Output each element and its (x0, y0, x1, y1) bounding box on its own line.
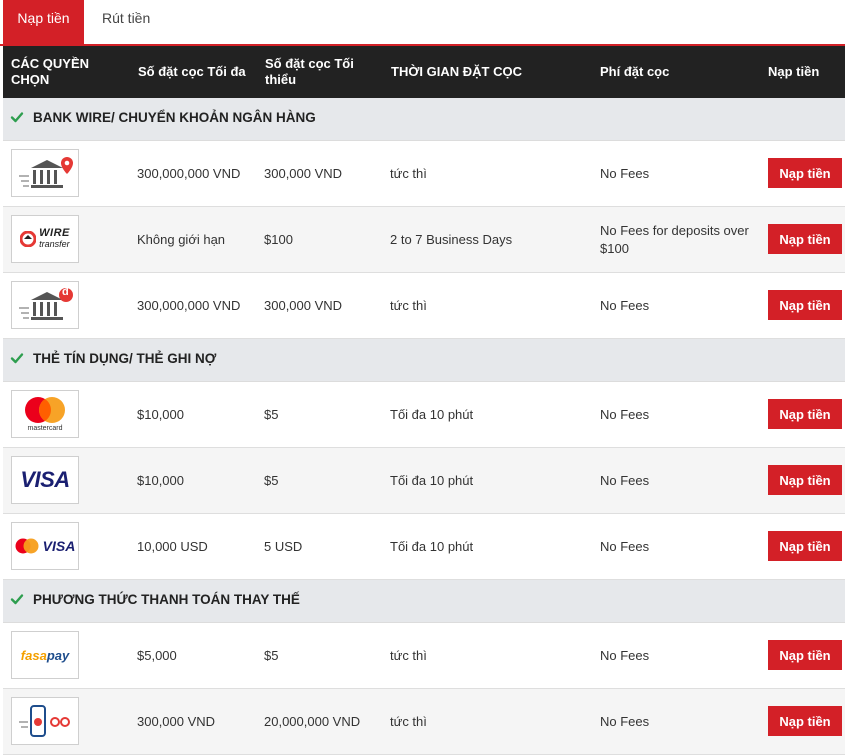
deposit-time: tức thì (390, 647, 427, 663)
mastercard-logo: mastercard (11, 390, 79, 438)
section-title: PHƯƠNG THỨC THANH TOÁN THAY THẾ (33, 592, 300, 607)
wire-text: WIRE (39, 227, 70, 239)
min-deposit: 300,000 VND (264, 165, 343, 181)
max-deposit: $10,000 (137, 472, 184, 488)
deposit-button[interactable]: Nạp tiền (768, 158, 842, 188)
visa-logo: VISA (11, 456, 79, 504)
header-action: Nạp tiền (768, 64, 820, 79)
table-row: fasapay $5,000 $5 tức thì No Fees Nạp tiền (3, 623, 845, 689)
max-deposit: 300,000,000 VND (137, 165, 241, 181)
deposit-time: tức thì (390, 297, 427, 313)
deposit-fee: No Fees (600, 406, 650, 422)
min-deposit: 20,000,000 VND (264, 713, 361, 729)
table-row: VISA 10,000 USD 5 USD Tối đa 10 phút No Fees… (3, 514, 845, 580)
deposit-button[interactable]: Nạp tiền (768, 465, 842, 495)
section-header: THẺ TÍN DỤNG/ THẺ GHI NỢ (3, 339, 845, 382)
deposit-time: 2 to 7 Business Days (390, 231, 513, 247)
fasapay-logo: fasapay (11, 631, 79, 679)
section-header: BANK WIRE/ CHUYỂN KHOẢN NGÂN HÀNG (3, 98, 845, 141)
deposit-fee: No Fees (600, 297, 650, 313)
bank-pin-icon (11, 149, 79, 197)
section-header: PHƯƠNG THỨC THANH TOÁN THAY THẾ (3, 580, 845, 623)
pay-text: pay (46, 647, 70, 663)
fasa-text: fasa (20, 647, 47, 663)
deposit-button[interactable]: Nạp tiền (768, 399, 842, 429)
mobile-payment-icon (11, 697, 79, 745)
deposit-fee: No Fees (600, 538, 650, 554)
table-row: 300,000 VND 20,000,000 VND tức thì No Fees N… (3, 689, 845, 755)
visa-text: VISA (20, 467, 70, 492)
min-deposit: $5 (264, 406, 279, 422)
min-deposit: 5 USD (264, 538, 303, 554)
header-min: Số đặt cọc Tối thiểu (265, 56, 354, 87)
mastercard-visa-logo: VISA (11, 522, 79, 570)
deposit-fee: No Fees (600, 647, 650, 663)
deposit-button[interactable]: Nạp tiền (768, 224, 842, 254)
deposit-time: tức thì (390, 165, 427, 181)
tab-deposit[interactable]: Nạp tiền (3, 0, 84, 44)
deposit-time: Tối đa 10 phút (390, 538, 474, 554)
deposit-fee: No Fees (600, 472, 650, 488)
dong-glyph: đ (62, 286, 69, 298)
min-deposit: $100 (264, 231, 293, 247)
transfer-text: transfer (39, 239, 70, 249)
header-options: CÁC QUYỀN CHỌN (11, 56, 90, 87)
header-time: THỜI GIAN ĐẶT CỌC (391, 64, 522, 79)
min-deposit: $5 (264, 647, 279, 663)
deposit-time: Tối đa 10 phút (390, 406, 474, 422)
deposit-button[interactable]: Nạp tiền (768, 706, 842, 736)
visa-text: VISA (42, 538, 76, 554)
check-icon (10, 594, 24, 605)
table-row: WIRE transfer Không giới hạn $100 2 to 7 Bus… (3, 207, 845, 273)
table-header: CÁC QUYỀN CHỌN Số đặt cọc Tối đa Số đặt … (3, 46, 845, 98)
deposit-time: tức thì (390, 713, 427, 729)
deposit-time: Tối đa 10 phút (390, 472, 474, 488)
max-deposit: 300,000 VND (137, 713, 216, 729)
deposit-fee: No Fees for deposits over $100 (600, 222, 749, 256)
deposit-fee: No Fees (600, 165, 650, 181)
mastercard-text: mastercard (27, 425, 63, 432)
deposit-button[interactable]: Nạp tiền (768, 290, 842, 320)
table-row: VISA $10,000 $5 Tối đa 10 phút No Fees Nạp ti… (3, 448, 845, 514)
bank-dong-icon: đ (11, 281, 79, 329)
deposit-fee: No Fees (600, 713, 650, 729)
header-max: Số đặt cọc Tối đa (138, 64, 246, 79)
table-body: BANK WIRE/ CHUYỂN KHOẢN NGÂN HÀNG 300,000… (3, 98, 845, 755)
max-deposit: 10,000 USD (137, 538, 208, 554)
header-fee: Phí đặt cọc (600, 64, 670, 79)
table-row: đ 300,000,000 VND 300,000 VND tức thì No Fee… (3, 273, 845, 339)
wire-transfer-logo: WIRE transfer (11, 215, 79, 263)
check-icon (10, 112, 24, 123)
max-deposit: Không giới hạn (137, 231, 226, 247)
tab-withdraw[interactable]: Rút tiền (102, 0, 150, 44)
max-deposit: $10,000 (137, 406, 184, 422)
table-row: 300,000,000 VND 300,000 VND tức thì No Fees… (3, 141, 845, 207)
section-title: BANK WIRE/ CHUYỂN KHOẢN NGÂN HÀNG (33, 110, 316, 125)
min-deposit: 300,000 VND (264, 297, 343, 313)
table-row: mastercard $10,000 $5 Tối đa 10 phút No Fees… (3, 382, 845, 448)
check-icon (10, 353, 24, 364)
section-title: THẺ TÍN DỤNG/ THẺ GHI NỢ (33, 351, 217, 366)
deposit-options-table: CÁC QUYỀN CHỌN Số đặt cọc Tối đa Số đặt … (3, 46, 845, 755)
deposit-button[interactable]: Nạp tiền (768, 640, 842, 670)
tab-bar: Nạp tiền Rút tiền (0, 0, 845, 46)
max-deposit: $5,000 (137, 647, 177, 663)
deposit-button[interactable]: Nạp tiền (768, 531, 842, 561)
max-deposit: 300,000,000 VND (137, 297, 241, 313)
min-deposit: $5 (264, 472, 279, 488)
